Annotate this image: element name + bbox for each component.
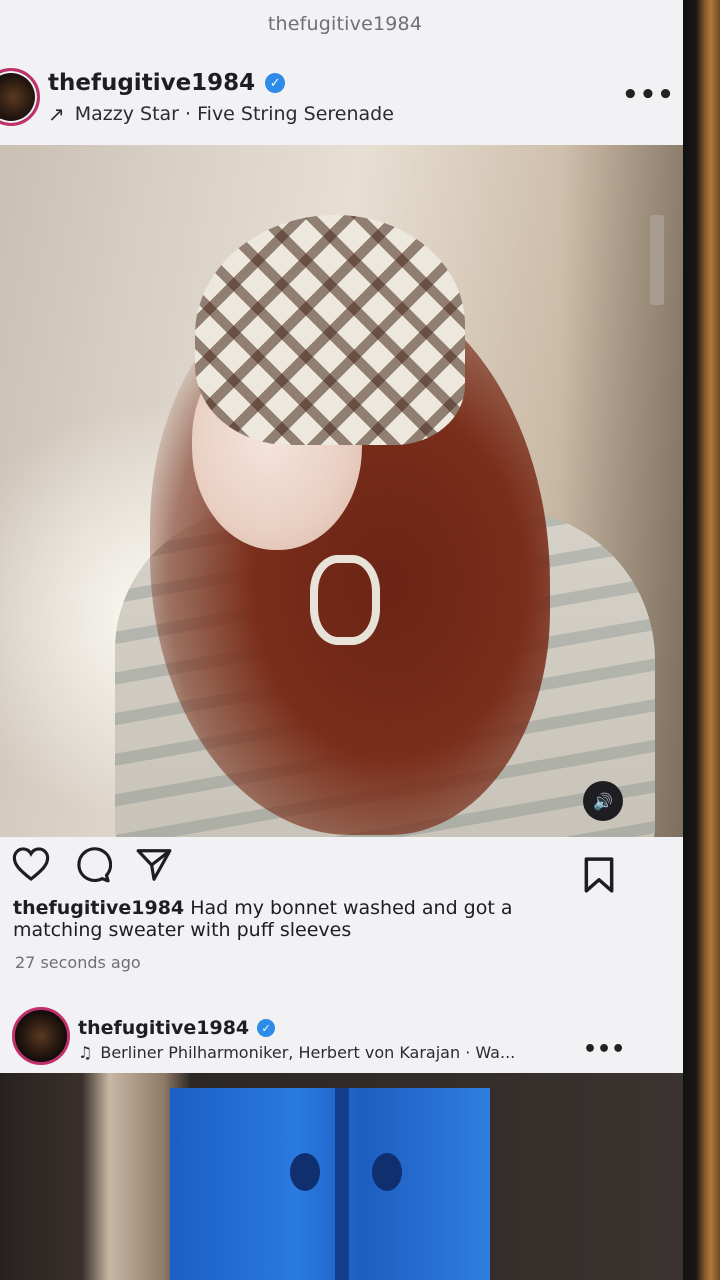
next-post-header: thefugitive1984 ✓ ♫ Berliner Philharmoni…: [0, 1003, 683, 1073]
verified-badge-icon: ✓: [257, 1019, 276, 1037]
caption-username[interactable]: thefugitive1984: [13, 897, 184, 919]
speaker-icon[interactable]: 🔊: [583, 781, 623, 821]
next-audio-label: Berliner Philharmoniker, Herbert von Kar…: [100, 1043, 516, 1062]
post-header: thefugitive1984 ✓ ↗ Mazzy Star · Five St…: [0, 62, 690, 144]
next-audio-attribution[interactable]: ♫ Berliner Philharmoniker, Herbert von K…: [78, 1043, 515, 1062]
photo-door-gap: [335, 1088, 349, 1280]
photo-door-knob: [372, 1153, 402, 1191]
phone-screen: thefugitive1984 thefugitive1984 ✓ ↗ Mazz…: [0, 0, 690, 1280]
photo-door-hinge: [650, 215, 664, 305]
heart-icon[interactable]: [12, 846, 50, 886]
next-post-photo[interactable]: [0, 1073, 683, 1280]
post-actions: [0, 838, 683, 898]
post-photo[interactable]: 🔊: [0, 145, 683, 837]
next-post-username[interactable]: thefugitive1984: [78, 1017, 249, 1039]
username-row: thefugitive1984 ✓: [48, 70, 286, 96]
arrow-up-right-icon: ↗: [48, 102, 65, 126]
more-options-icon[interactable]: •••: [622, 80, 675, 110]
comment-icon[interactable]: [74, 846, 113, 888]
top-bar: thefugitive1984: [0, 0, 690, 48]
post-username[interactable]: thefugitive1984: [48, 70, 255, 96]
verified-badge-icon: ✓: [265, 73, 286, 93]
send-icon[interactable]: [134, 846, 174, 888]
photo-blue-door: [170, 1088, 490, 1280]
photo-bonnet-tie: [310, 555, 380, 645]
top-bar-title: thefugitive1984: [267, 13, 423, 35]
post-caption: thefugitive1984 Had my bonnet washed and…: [13, 897, 553, 941]
avatar[interactable]: [12, 1007, 70, 1065]
phone-bezel: [683, 0, 720, 1280]
more-options-icon[interactable]: •••: [583, 1037, 625, 1062]
music-note-icon: ♫: [78, 1043, 93, 1062]
bookmark-icon[interactable]: [582, 856, 616, 898]
photo-crochet-bonnet: [195, 215, 465, 445]
avatar[interactable]: [0, 68, 40, 126]
audio-label: Mazzy Star · Five String Serenade: [74, 103, 394, 125]
post-timestamp: 27 seconds ago: [15, 953, 141, 972]
next-username-row: thefugitive1984 ✓: [78, 1017, 276, 1039]
photo-door-knob: [290, 1153, 320, 1191]
audio-attribution[interactable]: ↗ Mazzy Star · Five String Serenade: [48, 102, 394, 126]
